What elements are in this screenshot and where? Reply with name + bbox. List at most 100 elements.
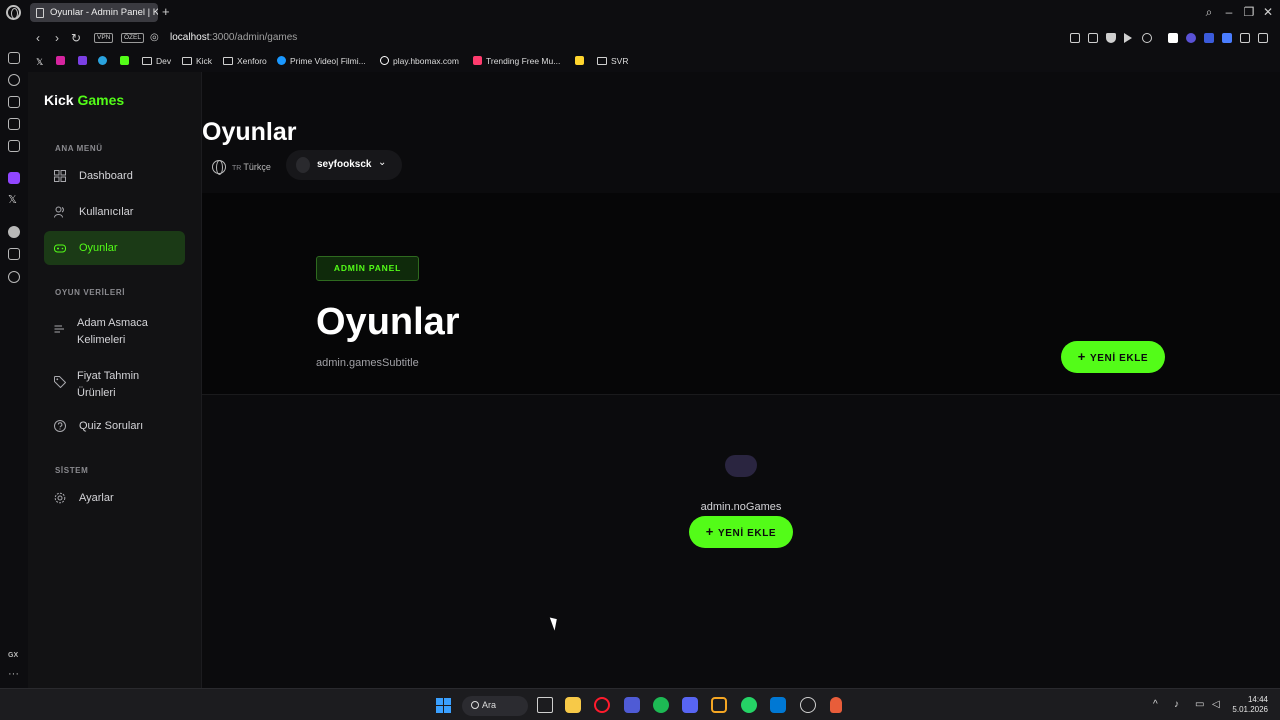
notes-icon[interactable]: [8, 118, 20, 130]
x-icon[interactable]: 𝕏: [8, 194, 20, 206]
spotify-icon[interactable]: [653, 697, 669, 713]
flow-icon[interactable]: [8, 96, 20, 108]
language-switcher[interactable]: TR Türkçe: [212, 160, 271, 175]
sidebar-item-games[interactable]: Oyunlar: [44, 231, 185, 265]
windows-start-icon[interactable]: [436, 698, 451, 713]
sidebar-item-price-guess-products[interactable]: Fiyat Tahmin Ürünleri: [44, 362, 185, 402]
hbo-icon: [380, 56, 389, 65]
bookmark-note[interactable]: [575, 56, 588, 66]
back-icon[interactable]: ‹: [36, 31, 40, 45]
extensions-icon[interactable]: [8, 248, 20, 260]
hero-title: Oyunlar: [316, 301, 460, 343]
sidebar-item-dashboard[interactable]: Dashboard: [44, 159, 185, 193]
close-icon[interactable]: ✕: [1261, 5, 1275, 19]
file-explorer-icon[interactable]: [565, 697, 581, 713]
bookmark-x[interactable]: 𝕏: [36, 56, 47, 67]
settings-icon[interactable]: [8, 271, 20, 283]
puzzle-icon[interactable]: [1222, 33, 1232, 43]
shield-icon[interactable]: [1106, 33, 1116, 43]
opera-gx-icon[interactable]: [594, 697, 610, 713]
add-new-button[interactable]: + YENİ EKLE: [1061, 341, 1165, 373]
opera-logo-icon[interactable]: [6, 5, 21, 20]
heart-icon[interactable]: [1142, 33, 1152, 43]
add-new-label: YENİ EKLE: [1090, 353, 1149, 364]
gx-label[interactable]: GX: [8, 652, 18, 659]
restore-icon[interactable]: ❐: [1242, 5, 1256, 19]
teams-icon[interactable]: [624, 697, 640, 713]
bookmark-instagram[interactable]: [56, 56, 69, 66]
extension-icon[interactable]: [1204, 33, 1214, 43]
discord-icon[interactable]: [682, 697, 698, 713]
user-name: seyfooksck: [317, 159, 372, 170]
app-icon[interactable]: [711, 697, 727, 713]
forward-icon[interactable]: ›: [55, 31, 59, 45]
screenshot-icon[interactable]: [1088, 33, 1098, 43]
kick-icon: [120, 56, 129, 65]
user-menu-button[interactable]: seyfooksck ⌄: [286, 150, 402, 180]
browser-tab[interactable]: Oyunlar - Admin Panel | Ki: [30, 3, 158, 22]
volume-icon[interactable]: ◁: [1212, 699, 1220, 710]
spotify-icon[interactable]: [8, 226, 20, 238]
microphone-icon[interactable]: [830, 697, 842, 713]
minimize-icon[interactable]: –: [1222, 5, 1236, 19]
menu-icon[interactable]: [1258, 33, 1268, 43]
sidebar-item-hangman-words[interactable]: Adam Asmaca Kelimeleri: [44, 309, 185, 349]
sidebar-item-users[interactable]: Kullanıcılar: [44, 195, 185, 229]
search-icon[interactable]: ⌕: [1202, 5, 1216, 19]
reload-icon[interactable]: ↻: [71, 31, 81, 45]
sidebar-item-quiz-questions[interactable]: Quiz Soruları: [44, 409, 185, 443]
vpn-badge[interactable]: VPN: [94, 33, 114, 43]
bookmark-kick[interactable]: [120, 56, 133, 66]
extension-icon[interactable]: [1168, 33, 1178, 43]
note-icon: [575, 56, 584, 65]
sidebar-item-settings[interactable]: Ayarlar: [44, 481, 185, 515]
wallet-icon[interactable]: [8, 52, 20, 64]
whatsapp-icon[interactable]: [741, 697, 757, 713]
microphone-icon[interactable]: ♪: [1174, 699, 1179, 710]
bookmark-prime[interactable]: Prime Video| Filmi...: [277, 56, 366, 66]
bookmark-kick-folder[interactable]: Kick: [182, 56, 212, 66]
bookmark-s[interactable]: [78, 56, 91, 66]
site-info-icon[interactable]: ◎: [150, 32, 159, 43]
s-icon: [78, 56, 87, 65]
extensions-icon[interactable]: [1240, 33, 1250, 43]
task-view-icon[interactable]: [537, 697, 553, 713]
chevron-down-icon: ⌄: [378, 157, 387, 168]
section-label-system: SİSTEM: [55, 466, 89, 475]
brand-logo[interactable]: Kick Games: [44, 92, 124, 108]
browser-sidebar: 𝕏 GX ···: [0, 26, 28, 688]
gamepad-icon: [725, 455, 757, 477]
bookmark-svr[interactable]: SVR: [597, 56, 628, 66]
network-icon[interactable]: ▭: [1195, 699, 1204, 710]
twitch-icon[interactable]: [8, 172, 20, 184]
taskbar-search[interactable]: Ara: [462, 696, 528, 716]
empty-state-text: admin.noGames: [700, 501, 782, 513]
chevron-up-icon[interactable]: ^: [1153, 699, 1158, 710]
bookmark-label: Trending Free Mu...: [486, 56, 561, 66]
clock-time: 14:44: [1247, 695, 1268, 704]
pin-icon[interactable]: [1070, 33, 1080, 43]
extension-icon[interactable]: [1186, 33, 1196, 43]
history-icon[interactable]: [8, 74, 20, 86]
bookmark-trending[interactable]: Trending Free Mu...: [473, 56, 560, 66]
clock[interactable]: 14:44 5.01.2026: [1232, 695, 1268, 715]
tag-icon: [54, 376, 66, 388]
telegram-icon: [98, 56, 107, 65]
vscode-icon[interactable]: [770, 697, 786, 713]
bookmark-telegram[interactable]: [98, 56, 111, 66]
m-icon[interactable]: [8, 140, 20, 152]
sidebar-item-label: Kullanıcılar: [79, 206, 134, 218]
bookmark-xenforo[interactable]: Xenforo: [223, 56, 267, 66]
new-tab-button[interactable]: +: [162, 4, 170, 19]
app-icon[interactable]: [800, 697, 816, 713]
bookmark-hbomax[interactable]: play.hbomax.com: [380, 56, 459, 66]
bookmark-dev[interactable]: Dev: [142, 56, 171, 66]
url-field[interactable]: localhost:3000/admin/games: [170, 32, 297, 43]
more-icon[interactable]: ···: [8, 668, 19, 680]
empty-add-new-button[interactable]: + YENİ EKLE: [689, 516, 793, 548]
gamepad-icon: [54, 244, 66, 253]
hero-banner: ADMİN PANEL Oyunlar admin.gamesSubtitle …: [202, 193, 1280, 395]
private-badge[interactable]: ÖZEL: [121, 33, 144, 43]
tab-title: Oyunlar - Admin Panel | Ki: [50, 7, 158, 18]
play-icon[interactable]: [1124, 33, 1132, 43]
